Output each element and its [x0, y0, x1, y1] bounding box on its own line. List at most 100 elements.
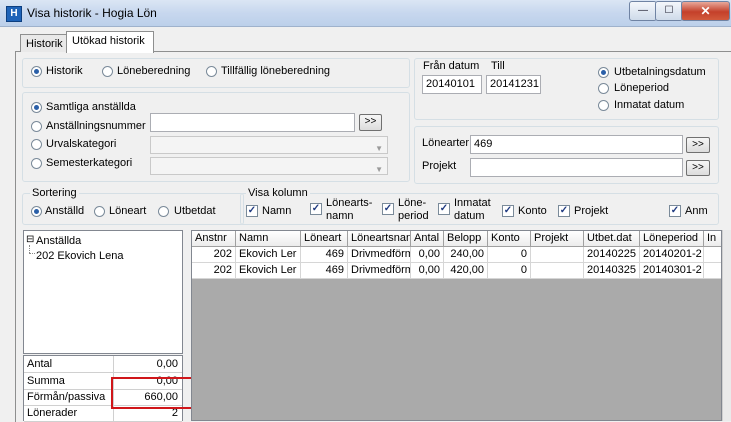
col-checkbox-loneartsnamn[interactable]: ✓ [310, 203, 322, 215]
radio-semesterkategori[interactable] [31, 158, 42, 169]
col-label-namn: Namn [262, 205, 292, 217]
sort-label-utbetdat: Utbetdat [174, 205, 216, 217]
label-anstallningsnummer: Anställningsnummer [46, 120, 146, 132]
column-header[interactable]: Projekt [531, 231, 584, 247]
projekt-input[interactable] [470, 158, 683, 177]
col-label-loneperiod-2: period [398, 210, 429, 222]
table-cell[interactable]: 0 [488, 247, 531, 263]
sort-radio-loneart[interactable] [94, 206, 105, 217]
label-urvalskategori: Urvalskategori [46, 138, 117, 150]
tree-root-anstallda[interactable]: Anställda [36, 235, 81, 247]
table-cell[interactable]: Drivmedförm [348, 263, 411, 279]
radio-samtliga[interactable] [31, 102, 42, 113]
column-header[interactable]: Löneperiod [640, 231, 704, 247]
radio-urvalskategori[interactable] [31, 139, 42, 150]
table-cell[interactable]: Drivmedförm [348, 247, 411, 263]
col-label-inmatat-2: datum [454, 210, 485, 222]
col-label-loneartsnamn-2: namn [326, 210, 354, 222]
anstallningsnummer-browse-button[interactable]: >> [359, 114, 382, 131]
tree-collapse-icon[interactable]: ⊟ [26, 234, 34, 245]
column-header[interactable]: Antal [411, 231, 444, 247]
column-header[interactable]: Belopp [444, 231, 488, 247]
to-date-input[interactable]: 20141231 [486, 75, 541, 94]
vertical-scrollbar[interactable] [722, 230, 731, 421]
anstallningsnummer-input[interactable] [150, 113, 355, 132]
minimize-button[interactable]: — [629, 1, 657, 21]
table-cell[interactable]: Ekovich Ler [236, 247, 301, 263]
tree-item-employee[interactable]: 202 Ekovich Lena [36, 250, 123, 262]
mode-radio-loneberedning[interactable] [102, 66, 113, 77]
radio-inmatat-datum[interactable] [598, 100, 609, 111]
column-visibility-label: Visa kolumn [246, 187, 310, 199]
table-cell[interactable] [531, 263, 584, 279]
label-samtliga: Samtliga anställda [46, 101, 136, 113]
col-label-inmatat-1: Inmatat [454, 197, 491, 209]
close-button[interactable]: ✕ [681, 1, 730, 21]
column-header[interactable]: Löneart [301, 231, 348, 247]
radio-anstallningsnummer[interactable] [31, 121, 42, 132]
table-cell[interactable]: 202 [192, 247, 236, 263]
sort-radio-utbetdat[interactable] [158, 206, 169, 217]
table-cell[interactable]: 469 [301, 263, 348, 279]
mode-label-loneberedning: Löneberedning [117, 65, 191, 77]
tree-line [29, 253, 35, 255]
sorting-label: Sortering [30, 187, 79, 199]
radio-loneperiod[interactable] [598, 83, 609, 94]
mode-radio-tillfallig[interactable] [206, 66, 217, 77]
column-header[interactable]: Konto [488, 231, 531, 247]
table-cell[interactable]: 240,00 [444, 247, 488, 263]
urvalskategori-dropdown[interactable]: ▼ [150, 136, 388, 154]
col-checkbox-konto[interactable]: ✓ [502, 205, 514, 217]
mode-label-tillfallig: Tillfällig löneberedning [221, 65, 331, 77]
column-header[interactable]: Löneartsnan [348, 231, 411, 247]
col-label-anm: Anm [685, 205, 708, 217]
table-cell[interactable]: 469 [301, 247, 348, 263]
sort-label-loneart: Löneart [109, 205, 147, 217]
from-date-input[interactable]: 20140101 [422, 75, 482, 94]
projekt-browse-button[interactable]: >> [686, 160, 710, 176]
history-grid[interactable]: Anstnr 202 202 Namn Ekovich Ler Ekovich Ler Lö… [191, 230, 722, 421]
sort-radio-anstalld[interactable] [31, 206, 42, 217]
table-cell[interactable]: 20140201-2 [640, 247, 704, 263]
label-utbetalningsdatum: Utbetalningsdatum [614, 66, 706, 78]
table-cell[interactable] [531, 247, 584, 263]
from-date-label: Från datum [423, 60, 480, 72]
col-label-projekt: Projekt [574, 205, 609, 217]
summary-divider [113, 356, 114, 372]
table-cell[interactable]: 20140301-2 [640, 263, 704, 279]
lonearter-input[interactable]: 469 [470, 135, 683, 154]
lonearter-label: Lönearter [422, 137, 470, 149]
maximize-button[interactable]: ☐ [655, 1, 683, 21]
table-cell[interactable] [704, 263, 721, 279]
semesterkategori-dropdown[interactable]: ▼ [150, 157, 388, 175]
col-label-konto: Konto [518, 205, 547, 217]
tab-utokad-historik[interactable]: Utökad historik [66, 31, 154, 53]
table-cell[interactable]: 202 [192, 263, 236, 279]
table-cell[interactable]: Ekovich Ler [236, 263, 301, 279]
table-cell[interactable]: 420,00 [444, 263, 488, 279]
column-header[interactable]: Anstnr [192, 231, 236, 247]
summary-value: 0,00 [156, 358, 178, 370]
column-header[interactable]: In [704, 231, 721, 247]
col-checkbox-loneperiod[interactable]: ✓ [382, 203, 394, 215]
window-title: Visa historik - Hogia Lön [27, 6, 157, 20]
table-cell[interactable]: 0,00 [411, 247, 444, 263]
column-header[interactable]: Namn [236, 231, 301, 247]
lonearter-browse-button[interactable]: >> [686, 137, 710, 153]
to-date-label: Till [491, 60, 505, 72]
col-checkbox-projekt[interactable]: ✓ [558, 205, 570, 217]
table-cell[interactable]: 0 [488, 263, 531, 279]
table-cell[interactable]: 0,00 [411, 263, 444, 279]
radio-utbetalningsdatum[interactable] [598, 67, 609, 78]
col-checkbox-namn[interactable]: ✓ [246, 205, 258, 217]
tree-line [29, 245, 31, 253]
table-cell[interactable] [704, 247, 721, 263]
chevron-down-icon: ▼ [375, 144, 383, 153]
mode-radio-historik[interactable] [31, 66, 42, 77]
column-header[interactable]: Utbet.dat [584, 231, 640, 247]
tab-historik[interactable]: Historik [20, 34, 72, 52]
col-checkbox-inmatat-datum[interactable]: ✓ [438, 203, 450, 215]
col-checkbox-anm[interactable]: ✓ [669, 205, 681, 217]
table-cell[interactable]: 20140225 [584, 247, 640, 263]
table-cell[interactable]: 20140325 [584, 263, 640, 279]
